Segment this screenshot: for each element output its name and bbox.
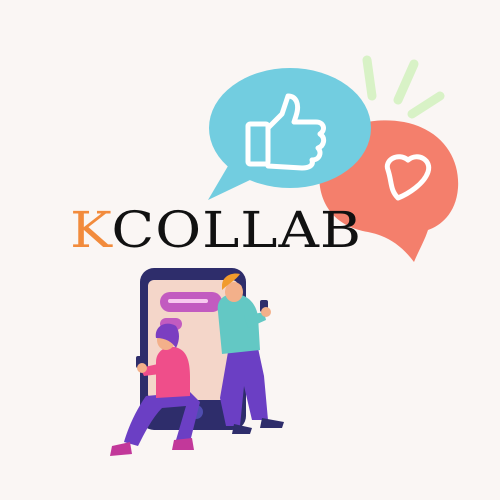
poster-canvas: KCOLLAB — [0, 0, 500, 500]
brand-first-letter: K — [70, 202, 112, 260]
brand-title: KCOLLAB — [70, 196, 362, 266]
brand-rest-letters: COLLAB — [111, 202, 363, 260]
sparkle-lines — [362, 55, 445, 119]
